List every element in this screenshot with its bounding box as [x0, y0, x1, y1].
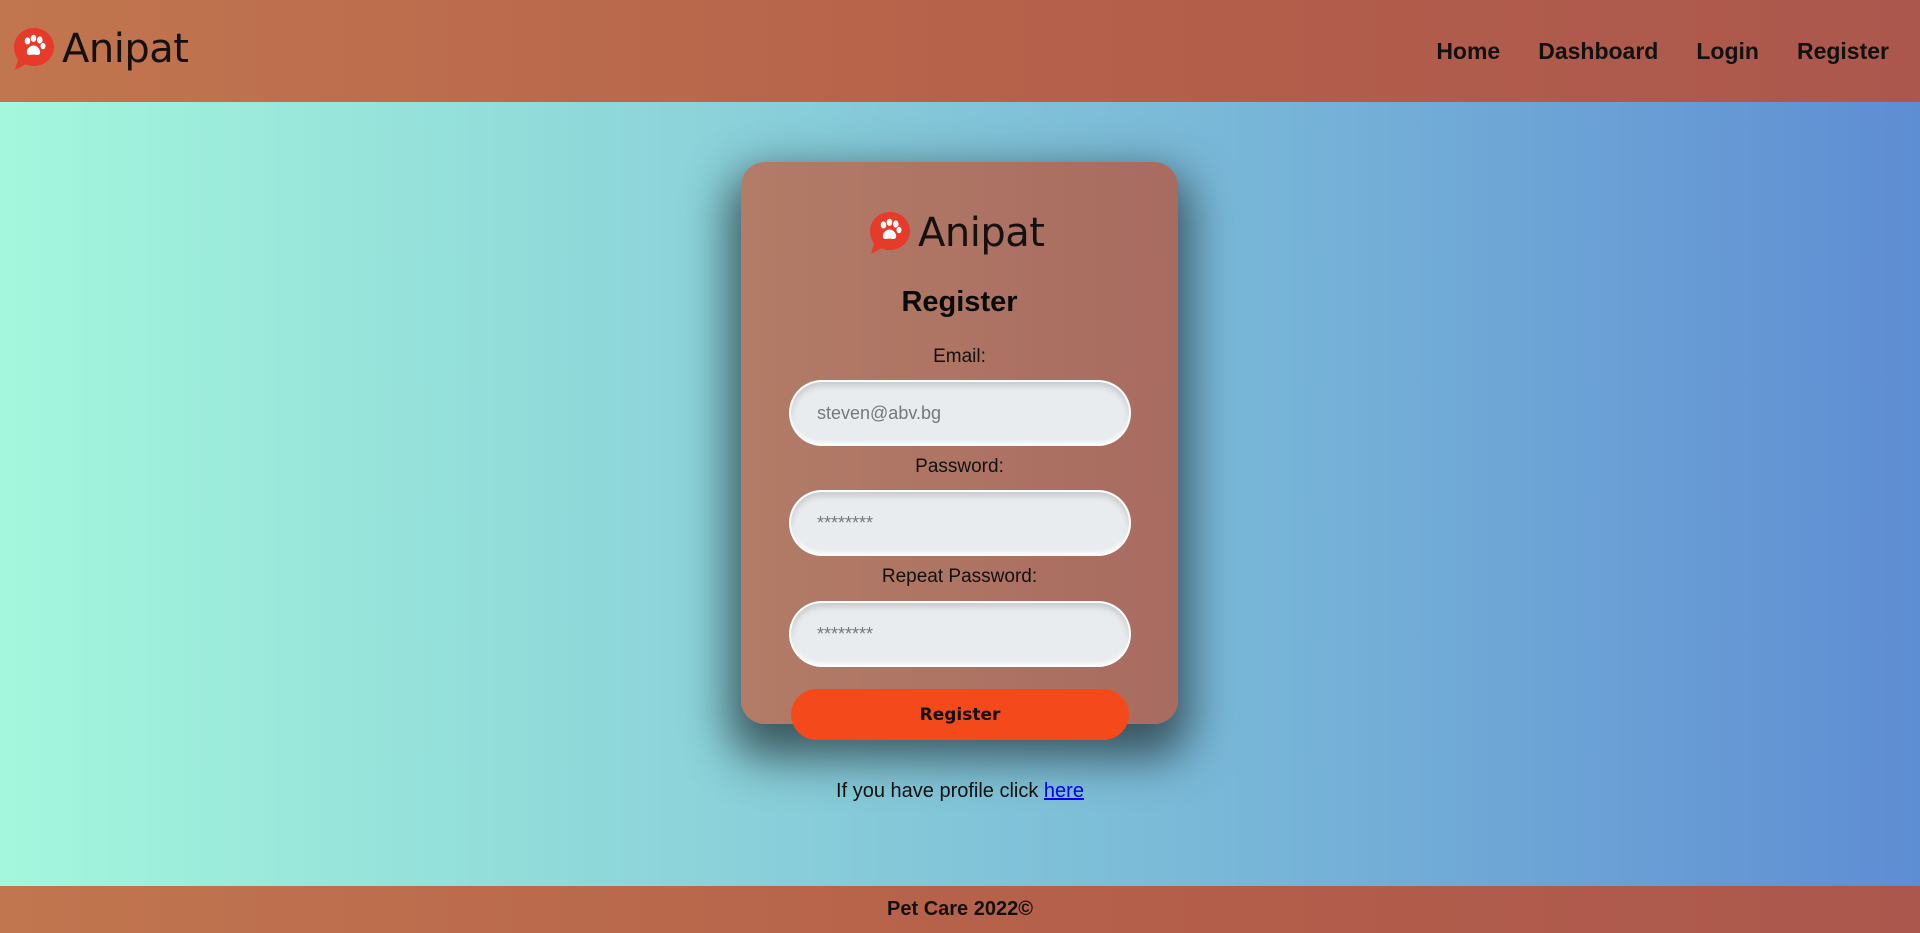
nav-login-link[interactable]: Login	[1696, 38, 1759, 65]
site-footer: Pet Care 2022©	[0, 886, 1920, 933]
login-here-link[interactable]: here	[1044, 780, 1084, 802]
repeat-password-field[interactable]	[791, 603, 1129, 665]
email-label: Email:	[933, 346, 986, 367]
nav-register-link[interactable]: Register	[1797, 38, 1889, 65]
register-button[interactable]: Register	[791, 689, 1129, 740]
login-hint: If you have profile click here	[0, 780, 1920, 803]
paw-speech-bubble-icon	[870, 212, 910, 254]
password-label: Password:	[915, 456, 1004, 477]
nav-home-link[interactable]: Home	[1436, 38, 1500, 65]
brand-name: Anipat	[62, 26, 189, 72]
form-brand-logo: Anipat	[868, 210, 1045, 256]
email-field[interactable]	[791, 382, 1129, 444]
password-field[interactable]	[791, 492, 1129, 554]
register-form: Anipat Register Email: Password: Repeat …	[741, 162, 1178, 740]
main-nav: Home Dashboard Login Register	[1436, 0, 1889, 102]
paw-speech-bubble-icon	[14, 28, 54, 70]
form-title: Register	[901, 286, 1018, 318]
footer-text: Pet Care 2022©	[887, 898, 1033, 920]
login-hint-text: If you have profile click	[836, 780, 1044, 802]
site-header: Anipat Home Dashboard Login Register	[0, 0, 1920, 102]
brand-logo[interactable]: Anipat	[12, 26, 189, 72]
repeat-password-label: Repeat Password:	[881, 566, 1038, 587]
form-brand-name: Anipat	[918, 210, 1045, 256]
nav-dashboard-link[interactable]: Dashboard	[1538, 38, 1658, 65]
